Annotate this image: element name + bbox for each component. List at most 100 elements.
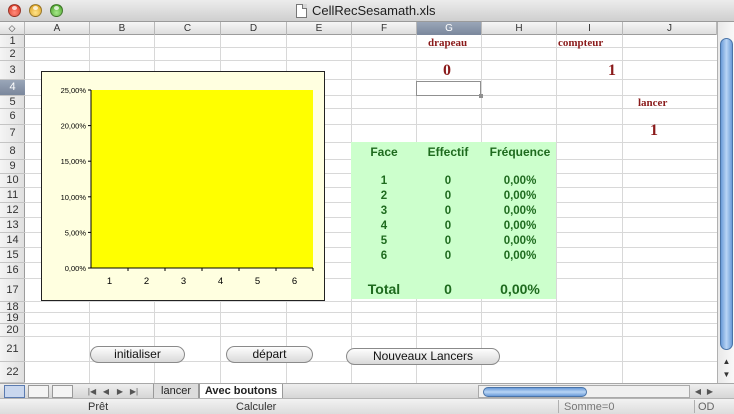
horizontal-scrollbar[interactable]: [478, 385, 690, 398]
grid-row-line: [25, 47, 717, 48]
next-sheet-arrow[interactable]: ▶: [114, 385, 126, 398]
column-header-c[interactable]: C: [155, 22, 221, 35]
row-header-9[interactable]: 9: [0, 160, 25, 174]
status-bar: Prêt Calculer Somme=0 OD: [0, 398, 734, 414]
scroll-down-arrow[interactable]: ▼: [719, 368, 734, 381]
first-sheet-arrow[interactable]: |◀: [86, 385, 98, 398]
column-header-e[interactable]: E: [287, 22, 352, 35]
stats-cell: 0,00%: [503, 220, 537, 232]
column-header-d[interactable]: D: [221, 22, 287, 35]
stats-cell: 3: [380, 205, 388, 217]
column-header-j[interactable]: J: [623, 22, 717, 35]
chart-y-tick-label: 20,00%: [61, 122, 87, 131]
sheet-tab-lancer[interactable]: lancer: [153, 384, 199, 399]
stats-cell: 0,00%: [503, 205, 537, 217]
scroll-right-arrow[interactable]: ▶: [704, 385, 716, 398]
column-header-b[interactable]: B: [90, 22, 155, 35]
initialiser-button[interactable]: initialiser: [90, 346, 185, 363]
chart-x-tick-label: 4: [218, 276, 223, 287]
grid-row-line: [25, 60, 717, 61]
scroll-up-arrow[interactable]: ▲: [719, 355, 734, 368]
stats-table: Face Effectif Fréquence 1 0 0,00% 2 0 0,00% 3 0 0,0…: [351, 142, 556, 299]
column-header-bar: ◇ ABCDEFGHIJ: [0, 22, 717, 35]
column-header-f[interactable]: F: [352, 22, 417, 35]
row-header-13[interactable]: 13: [0, 218, 25, 233]
zoom-window-button[interactable]: [50, 4, 63, 17]
select-all-corner[interactable]: ◇: [0, 22, 25, 35]
row-header-12[interactable]: 12: [0, 203, 25, 218]
stats-cell: 6: [380, 250, 388, 262]
cell-lancer-label: lancer: [638, 97, 668, 109]
title-bar: CellRecSesamath.xls: [0, 0, 734, 22]
chart-plot-area: [91, 90, 313, 268]
row-header-6[interactable]: 6: [0, 109, 25, 125]
cell-compteur-label: compteur: [558, 37, 604, 49]
vertical-scrollbar[interactable]: ▲ ▼: [717, 22, 734, 383]
stats-cell: 0: [444, 205, 452, 217]
row-header-10[interactable]: 10: [0, 174, 25, 188]
status-calculate: Calculer: [236, 401, 277, 413]
page-layout-view-button[interactable]: [28, 385, 49, 398]
page-break-view-button[interactable]: [52, 385, 73, 398]
row-header-14[interactable]: 14: [0, 233, 25, 248]
column-header-g[interactable]: G: [417, 22, 482, 35]
row-header-19[interactable]: 19: [0, 313, 25, 324]
grid-column-line: [556, 35, 557, 383]
row-header-4[interactable]: 4: [0, 80, 25, 96]
row-header-21[interactable]: 21: [0, 337, 25, 362]
selected-cell-g4[interactable]: [416, 81, 483, 98]
window-title: CellRecSesamath.xls: [312, 3, 436, 18]
stats-cell: 0,00%: [503, 175, 537, 187]
chart-x-tick-label: 5: [255, 276, 260, 287]
scroll-left-arrow[interactable]: ◀: [692, 385, 704, 398]
column-header-i[interactable]: I: [557, 22, 623, 35]
row-header-bar: 1 2 3 4 5 6 7 8 9 10 11 12 13 14 15 16 17 18 19 20 21 22: [0, 35, 25, 383]
chart-y-tick-label: 0,00%: [65, 264, 87, 273]
stats-cell: 0: [444, 175, 452, 187]
cell-drapeau-value: 0: [443, 62, 451, 79]
nouveaux-lancers-button[interactable]: Nouveaux Lancers: [346, 348, 500, 365]
minimize-window-button[interactable]: [29, 4, 42, 17]
column-header-a[interactable]: A: [25, 22, 90, 35]
stats-total: Total: [367, 281, 401, 297]
stats-total: 0: [444, 281, 452, 297]
stats-cell: 0: [444, 220, 452, 232]
stats-header: Face: [370, 145, 398, 159]
depart-button[interactable]: départ: [226, 346, 313, 363]
vertical-scroll-thumb[interactable]: [720, 38, 733, 350]
chart-x-tick-label: 3: [181, 276, 186, 287]
stats-header: Fréquence: [489, 145, 551, 159]
stats-cell: 0,00%: [503, 250, 537, 262]
stats-cell: 1: [380, 175, 388, 187]
excel-window: CellRecSesamath.xls ◇ ABCDEFGHIJ 1234567…: [0, 0, 734, 414]
row-header-11[interactable]: 11: [0, 188, 25, 203]
frequency-chart[interactable]: 0,00% 5,00% 10,00% 15,00% 20,00% 25,00% 1 2 3 4 5 6: [41, 71, 325, 301]
chart-y-tick-label: 15,00%: [61, 157, 87, 166]
spreadsheet-grid[interactable]: drapeau 0 compteur 1 lancer 1 0,00% 5,00%…: [25, 35, 717, 383]
row-header-8[interactable]: 8: [0, 143, 25, 160]
chart-x-tick-label: 2: [144, 276, 149, 287]
close-window-button[interactable]: [8, 4, 21, 17]
column-header-h[interactable]: H: [482, 22, 557, 35]
stats-cell: 0: [444, 235, 452, 247]
sheet-tab-bar: |◀ ◀ ▶ ▶| lancer Avec boutons ◀ ▶: [0, 383, 734, 399]
row-header-3[interactable]: 3: [0, 61, 25, 80]
row-header-17[interactable]: 17: [0, 279, 25, 302]
row-header-5[interactable]: 5: [0, 96, 25, 109]
chart-x-tick-label: 1: [107, 276, 112, 287]
grid-row-line: [25, 336, 717, 337]
prev-sheet-arrow[interactable]: ◀: [100, 385, 112, 398]
sheet-tab-avec-boutons[interactable]: Avec boutons: [199, 384, 283, 399]
row-header-2[interactable]: 2: [0, 48, 25, 61]
row-header-22[interactable]: 22: [0, 362, 25, 383]
last-sheet-arrow[interactable]: ▶|: [128, 385, 140, 398]
row-header-7[interactable]: 7: [0, 125, 25, 143]
row-header-20[interactable]: 20: [0, 324, 25, 337]
row-header-1[interactable]: 1: [0, 35, 25, 48]
row-header-16[interactable]: 16: [0, 263, 25, 279]
stats-cell: 0: [444, 250, 452, 262]
stats-cell: 2: [380, 190, 388, 202]
normal-view-button[interactable]: [4, 385, 25, 398]
horizontal-scroll-thumb[interactable]: [483, 387, 587, 397]
row-header-15[interactable]: 15: [0, 248, 25, 263]
